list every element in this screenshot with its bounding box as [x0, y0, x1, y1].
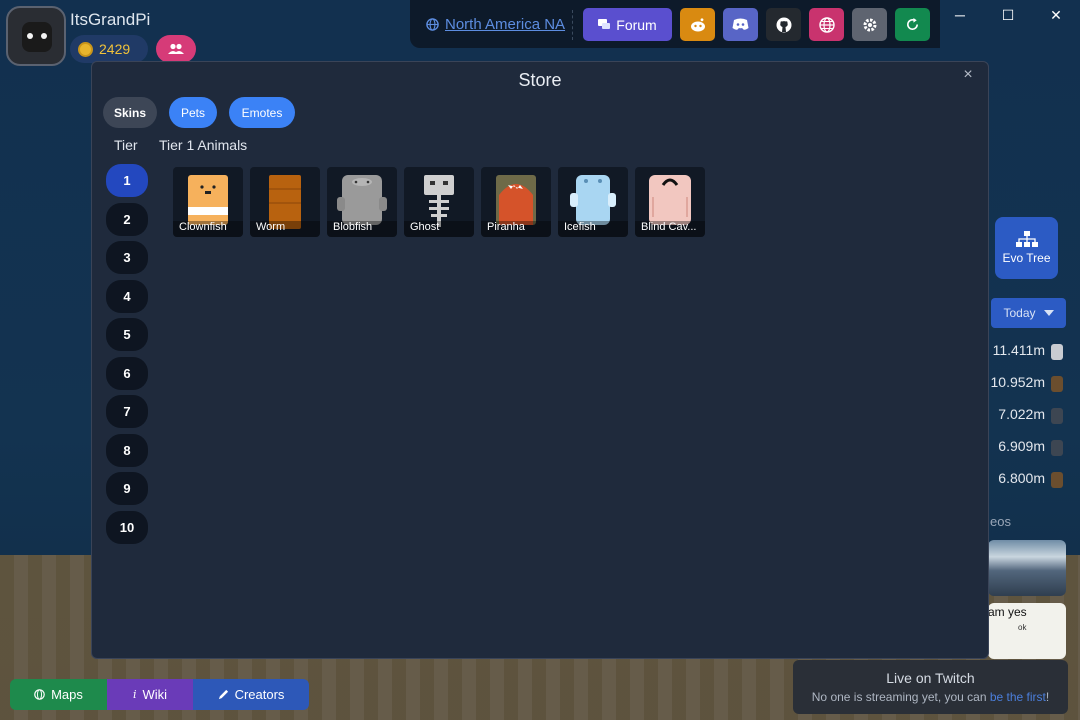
skin-card-clownfish[interactable]: Clownfish: [173, 167, 243, 237]
tier-heading: Tier 1 Animals: [159, 137, 248, 153]
coin-balance[interactable]: 2429: [70, 35, 148, 63]
twitch-title: Live on Twitch: [886, 670, 975, 686]
tier-button[interactable]: 2: [106, 202, 148, 236]
skin-name: Clownfish: [173, 221, 243, 237]
language-button[interactable]: [809, 8, 844, 41]
refresh-button[interactable]: [895, 8, 930, 41]
tier-button[interactable]: 3: [106, 241, 148, 274]
skin-card-blind-cave[interactable]: Blind Cav...: [635, 167, 705, 237]
maximize-button[interactable]: ☐: [984, 0, 1032, 30]
skin-name: Icefish: [558, 221, 628, 237]
video-title: am yes: [988, 605, 1027, 619]
video-thumbnail[interactable]: [988, 540, 1066, 596]
friends-button[interactable]: [156, 35, 196, 63]
tier-button[interactable]: 9: [106, 472, 148, 505]
bottom-links: Maps i Wiki Creators: [10, 679, 309, 710]
coin-count: 2429: [99, 41, 131, 57]
animal-grid: Clownfish Worm Blobfish Ghost Piranha Ic…: [173, 167, 705, 237]
forum-label: Forum: [616, 16, 657, 33]
chevron-down-icon: [1043, 310, 1054, 316]
leaderboard-row: 6.909m: [985, 438, 1065, 458]
divider: [572, 10, 573, 40]
github-icon: [776, 17, 791, 32]
evo-tree-button[interactable]: Evo Tree: [995, 217, 1058, 279]
tab-pets[interactable]: Pets: [169, 97, 217, 128]
tier-button[interactable]: 8: [106, 433, 148, 467]
close-icon[interactable]: ×: [958, 66, 978, 86]
videos-label: eos: [990, 514, 1011, 529]
profile-panel: ItsGrandPi 2429: [6, 4, 206, 66]
username: ItsGrandPi: [70, 10, 151, 29]
settings-button[interactable]: [852, 8, 887, 41]
close-window-button[interactable]: ✕: [1032, 0, 1080, 30]
skin-name: Blobfish: [327, 221, 397, 237]
tier-label: Tier: [114, 137, 138, 153]
store-title: Store: [518, 70, 562, 90]
info-icon: i: [132, 688, 137, 701]
github-button[interactable]: [766, 8, 801, 41]
reddit-button[interactable]: [680, 8, 715, 41]
tier-button[interactable]: 4: [106, 279, 148, 313]
skin-card-icefish[interactable]: Icefish: [558, 167, 628, 237]
evo-tree-label: Evo Tree: [1002, 251, 1051, 265]
tier-button[interactable]: 6: [106, 356, 148, 390]
tier-button[interactable]: 1: [106, 164, 148, 197]
skin-card-blobfish[interactable]: Blobfish: [327, 167, 397, 237]
tier-button[interactable]: 7: [106, 395, 148, 428]
cat-avatar-icon[interactable]: [6, 6, 66, 66]
tier-button[interactable]: 5: [106, 318, 148, 351]
skin-name: Worm: [250, 221, 320, 237]
twitch-panel: Live on Twitch No one is streaming yet, …: [793, 660, 1068, 714]
globe-icon: [426, 18, 439, 31]
creators-button[interactable]: Creators: [193, 679, 309, 710]
tree-icon: [1015, 231, 1038, 247]
video-thumbnail[interactable]: am yes ok: [988, 603, 1066, 659]
twitch-link[interactable]: be the first: [990, 690, 1046, 704]
twitch-status: No one is streaming yet, you can be the …: [811, 690, 1050, 704]
tab-emotes[interactable]: Emotes: [229, 97, 295, 128]
video-caption: ok: [1018, 623, 1027, 632]
forum-button[interactable]: Forum: [583, 8, 672, 41]
window-controls: ─ ☐ ✕: [936, 0, 1080, 30]
skin-name: Piranha: [481, 221, 551, 237]
discord-button[interactable]: [723, 8, 758, 41]
tier-button[interactable]: 10: [106, 510, 148, 544]
server-link[interactable]: North America NA: [426, 16, 565, 33]
pencil-icon: [218, 689, 228, 700]
refresh-icon: [907, 17, 918, 30]
skin-name: Ghost: [404, 221, 474, 237]
minimize-button[interactable]: ─: [936, 0, 984, 30]
leaderboard-row: 6.800m: [985, 470, 1065, 490]
today-label: Today: [1003, 306, 1036, 320]
maps-button[interactable]: Maps: [10, 679, 107, 710]
coin-icon: [78, 41, 93, 57]
globe-icon: [34, 689, 45, 700]
leaderboard-row: 11.411m: [985, 342, 1065, 362]
reddit-icon: [690, 17, 705, 31]
top-bar: North America NA Forum: [410, 0, 940, 48]
gear-icon: [863, 18, 876, 31]
server-name: North America NA: [445, 16, 566, 33]
store-modal: Store × Skins Pets Emotes Tier Tier 1 An…: [91, 61, 989, 659]
skin-card-ghost[interactable]: Ghost: [404, 167, 474, 237]
tab-skins[interactable]: Skins: [103, 97, 157, 128]
discord-icon: [732, 18, 749, 30]
today-dropdown[interactable]: Today: [991, 298, 1066, 328]
friends-icon: [168, 43, 184, 54]
forum-icon: [598, 19, 611, 29]
skin-card-piranha[interactable]: Piranha: [481, 167, 551, 237]
tier-list: 1 2 3 4 5 6 7 8 9 10: [106, 164, 148, 549]
language-icon: [818, 16, 835, 33]
leaderboard-row: 7.022m: [985, 406, 1065, 426]
skin-name: Blind Cav...: [635, 221, 705, 237]
wiki-button[interactable]: i Wiki: [107, 679, 193, 710]
skin-card-worm[interactable]: Worm: [250, 167, 320, 237]
leaderboard-row: 10.952m: [985, 374, 1065, 394]
